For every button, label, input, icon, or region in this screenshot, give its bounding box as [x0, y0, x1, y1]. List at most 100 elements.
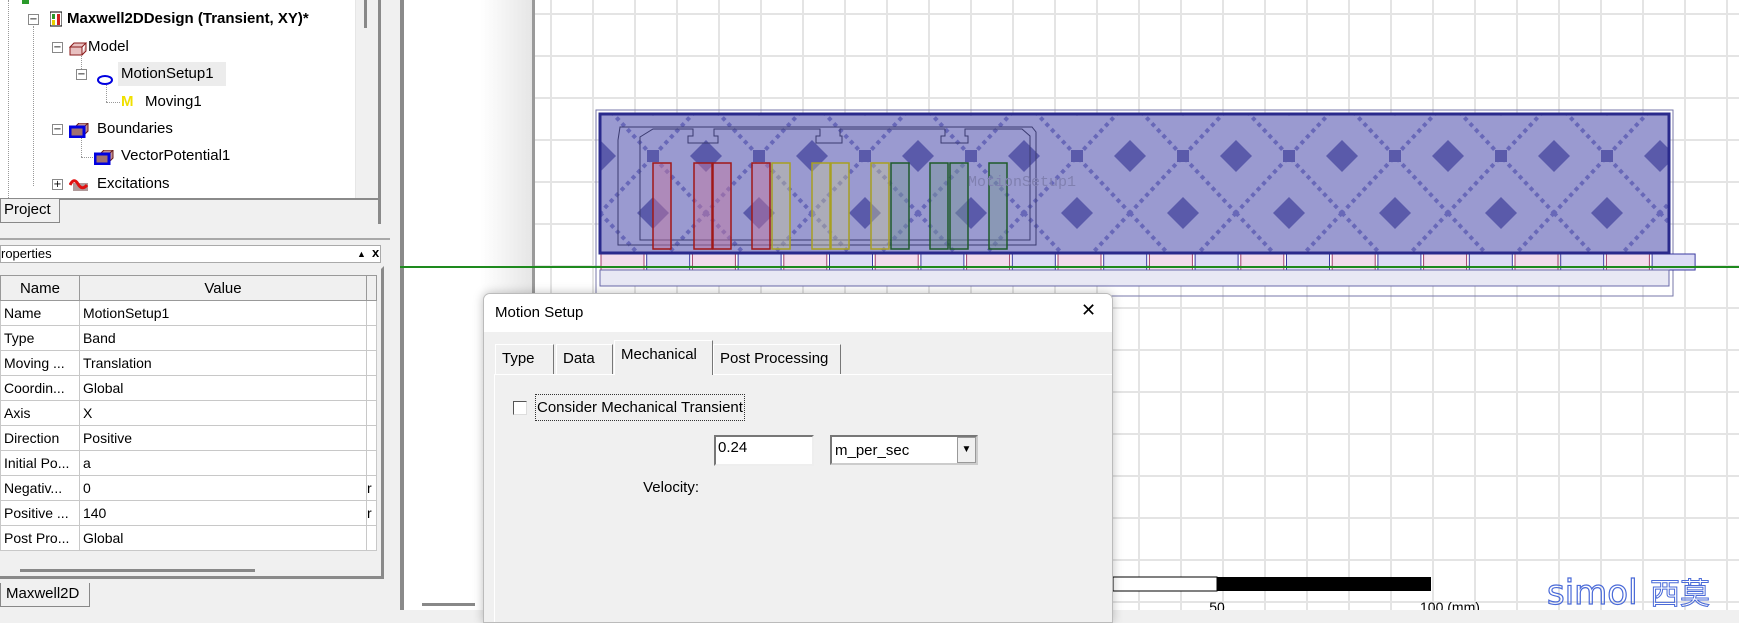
property-value[interactable]: 0	[78, 475, 368, 501]
stator-bar	[599, 269, 1670, 287]
property-row[interactable]: Moving ... Translation	[0, 350, 377, 376]
property-unit	[366, 525, 377, 551]
property-row[interactable]: Negativ... 0 r	[0, 475, 377, 501]
properties-header: roperties ▲ x	[0, 245, 381, 263]
property-name: Moving ...	[0, 350, 80, 376]
property-row[interactable]: Post Pro... Global	[0, 525, 377, 551]
property-name: Positive ...	[0, 500, 80, 526]
property-row[interactable]: Axis X	[0, 400, 377, 426]
coil	[652, 162, 672, 250]
tab-mechanical[interactable]: Mechanical	[614, 340, 713, 375]
project-tree: − Maxwell2DDesign (Transient, XY)* − Mod…	[0, 0, 355, 198]
velocity-unit-select[interactable]: m_per_sec ▼	[830, 435, 978, 465]
coil	[890, 162, 910, 250]
motion-setup-icon	[97, 69, 113, 93]
property-value[interactable]: Global	[78, 525, 368, 551]
scrollbar-thumb[interactable]	[364, 0, 367, 28]
boundary-icon	[93, 148, 115, 173]
property-name: Axis	[0, 400, 80, 426]
property-value[interactable]: Positive	[78, 425, 368, 451]
property-name: Type	[0, 325, 80, 351]
property-unit	[366, 300, 377, 326]
expand-icon[interactable]: +	[52, 179, 63, 190]
coil	[751, 162, 771, 250]
moving-icon: M	[121, 93, 134, 110]
velocity-input[interactable]	[714, 435, 814, 466]
logo-cn: 西莫	[1650, 577, 1710, 610]
scale-bar-white	[1112, 576, 1218, 592]
coil	[929, 162, 949, 250]
coils	[652, 162, 1008, 250]
scale-label-100: 100 (mm)	[1420, 599, 1480, 610]
property-value[interactable]: Global	[78, 375, 368, 401]
motion-setup-dialog: Motion Setup ✕ Type Data Mechanical Post…	[483, 293, 1113, 623]
coil	[830, 162, 850, 250]
close-icon[interactable]: x	[372, 245, 379, 261]
coil	[811, 162, 831, 250]
tab-type[interactable]: Type	[495, 344, 554, 374]
property-value[interactable]: X	[78, 400, 368, 426]
tree-node-icon	[22, 0, 29, 4]
property-row[interactable]: Direction Positive	[0, 425, 377, 451]
property-name: Negativ...	[0, 475, 80, 501]
property-name: Post Pro...	[0, 525, 80, 551]
tab-post-processing[interactable]: Post Processing	[713, 344, 841, 374]
band-label: MotionSetup1	[968, 174, 1076, 191]
scale-label-50: 50	[1209, 599, 1225, 610]
splitter[interactable]	[0, 238, 390, 240]
property-value[interactable]: Band	[78, 325, 368, 351]
property-unit	[366, 375, 377, 401]
property-unit: r	[366, 500, 377, 526]
dropdown-arrow-icon[interactable]: ▼	[957, 437, 976, 463]
property-unit	[366, 325, 377, 351]
collapse-icon[interactable]: −	[52, 124, 63, 135]
property-value[interactable]: a	[78, 450, 368, 476]
dialog-title: Motion Setup	[495, 304, 584, 321]
property-name: Direction	[0, 425, 80, 451]
tab-maxwell2d[interactable]: Maxwell2D	[0, 583, 90, 607]
tree-scrollbar[interactable]	[355, 0, 377, 198]
property-name: Coordin...	[0, 375, 80, 401]
property-unit	[366, 450, 377, 476]
collapse-icon[interactable]: −	[52, 42, 63, 53]
properties-table: Name Value Name MotionSetup1 Type Band Movin…	[0, 275, 377, 551]
property-value[interactable]: 140	[78, 500, 368, 526]
column-header-name[interactable]: Name	[0, 275, 80, 301]
coil	[771, 162, 791, 250]
model-icon	[68, 40, 88, 64]
tab-project[interactable]: Project	[0, 199, 60, 223]
close-button[interactable]: ✕	[1081, 300, 1096, 321]
property-row[interactable]: Coordin... Global	[0, 375, 377, 401]
collapse-icon[interactable]: −	[76, 69, 87, 80]
coil	[712, 162, 732, 250]
tab-data[interactable]: Data	[556, 344, 613, 374]
property-row[interactable]: Initial Po... a	[0, 450, 377, 476]
coil	[870, 162, 890, 250]
property-row[interactable]: Positive ... 140 r	[0, 500, 377, 526]
collapse-icon[interactable]: −	[28, 14, 39, 25]
coil	[949, 162, 969, 250]
property-unit	[366, 350, 377, 376]
property-value[interactable]: Translation	[78, 350, 368, 376]
velocity-label: Velocity:	[643, 479, 699, 496]
boundaries-icon	[68, 121, 90, 146]
logo-text: simol	[1547, 573, 1638, 610]
coil	[693, 162, 713, 250]
mechanical-transient-checkbox[interactable]	[513, 401, 527, 415]
horizontal-scrollbar-thumb[interactable]	[20, 569, 255, 572]
property-unit	[366, 400, 377, 426]
column-header-value[interactable]: Value	[78, 275, 368, 301]
design-icon	[49, 11, 63, 27]
checkbox-label[interactable]: Consider Mechanical Transient	[535, 394, 745, 421]
property-row[interactable]: Type Band	[0, 325, 377, 351]
property-unit	[366, 425, 377, 451]
property-name: Initial Po...	[0, 450, 80, 476]
property-value[interactable]: MotionSetup1	[78, 300, 368, 326]
property-row[interactable]: Name MotionSetup1	[0, 300, 377, 326]
property-name: Name	[0, 300, 80, 326]
pin-icon[interactable]: ▲	[357, 246, 366, 262]
panel-border	[378, 0, 381, 224]
property-unit: r	[366, 475, 377, 501]
excitations-icon	[68, 176, 89, 198]
scale-bar-black	[1217, 577, 1431, 591]
